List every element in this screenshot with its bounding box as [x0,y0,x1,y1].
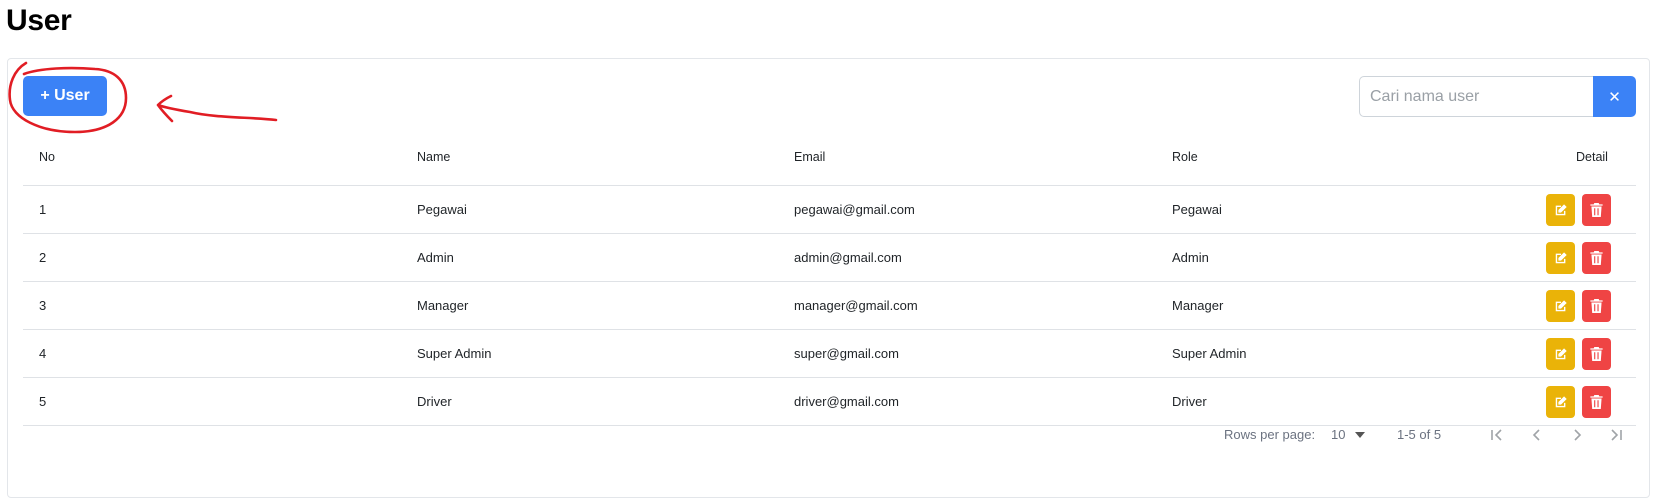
cell-no: 5 [39,394,47,409]
cell-no: 3 [39,298,47,313]
edit-icon [1555,204,1567,216]
cell-no: 4 [39,346,47,361]
cell-name: Admin [417,250,454,265]
cell-name: Super Admin [417,346,492,361]
cell-email: super@gmail.com [794,346,899,361]
table-header: No Name Email Role Detail [23,129,1636,186]
trash-icon [1590,395,1603,409]
trash-icon [1590,299,1603,313]
cell-role: Pegawai [1172,202,1222,217]
rows-per-page-select[interactable]: 10 [1331,427,1366,442]
cell-role: Admin [1172,250,1209,265]
close-icon: ✕ [1608,87,1621,106]
edit-icon [1555,252,1567,264]
delete-button[interactable] [1582,290,1611,322]
row-actions [1546,338,1611,370]
trash-icon [1590,347,1603,361]
edit-button[interactable] [1546,194,1575,226]
header-name: Name [417,150,451,164]
prev-page-icon [1532,429,1540,441]
table-row: 3 Manager manager@gmail.com Manager [23,282,1636,330]
first-page-button[interactable] [1485,423,1509,447]
edit-button[interactable] [1546,386,1575,418]
row-actions [1546,290,1611,322]
row-actions [1546,242,1611,274]
cell-email: manager@gmail.com [794,298,918,313]
cell-name: Manager [417,298,469,313]
pagination: Rows per page: 10 1-5 of 5 [8,419,1651,451]
row-actions [1546,194,1611,226]
cell-role: Driver [1172,394,1207,409]
header-detail: Detail [1576,150,1608,164]
cell-role: Super Admin [1172,346,1247,361]
next-page-icon [1574,429,1582,441]
rows-per-page-label: Rows per page: [1224,427,1316,442]
next-page-button[interactable] [1565,423,1589,447]
clear-search-button[interactable]: ✕ [1593,76,1636,117]
user-card: + User ✕ No Name Email Role Detail 1 Peg… [7,58,1650,498]
table-row: 4 Super Admin super@gmail.com Super Admi… [23,330,1636,378]
first-page-icon [1491,429,1502,441]
user-table: No Name Email Role Detail 1 Pegawai pega… [23,129,1636,426]
table-row: 2 Admin admin@gmail.com Admin [23,234,1636,282]
edit-icon [1555,348,1567,360]
caret-down-icon [1355,431,1366,438]
cell-email: admin@gmail.com [794,250,902,265]
edit-button[interactable] [1546,242,1575,274]
header-email: Email [794,150,826,164]
rows-per-page-value: 10 [1331,427,1346,442]
delete-button[interactable] [1582,386,1611,418]
last-page-icon [1611,429,1622,441]
cell-role: Manager [1172,298,1224,313]
delete-button[interactable] [1582,338,1611,370]
cell-name: Pegawai [417,202,467,217]
delete-button[interactable] [1582,194,1611,226]
edit-button[interactable] [1546,338,1575,370]
page-range: 1-5 of 5 [1397,427,1442,442]
trash-icon [1590,251,1603,265]
header-no: No [39,150,55,164]
header-role: Role [1172,150,1198,164]
trash-icon [1590,203,1603,217]
cell-no: 1 [39,202,47,217]
add-user-button[interactable]: + User [23,76,107,116]
edit-icon [1555,300,1567,312]
prev-page-button[interactable] [1525,423,1549,447]
row-actions [1546,386,1611,418]
delete-button[interactable] [1582,242,1611,274]
edit-icon [1555,396,1567,408]
cell-email: pegawai@gmail.com [794,202,915,217]
last-page-button[interactable] [1604,423,1628,447]
cell-no: 2 [39,250,47,265]
search-input[interactable] [1359,76,1593,117]
page-title: User [6,4,72,37]
table-row: 1 Pegawai pegawai@gmail.com Pegawai [23,186,1636,234]
cell-email: driver@gmail.com [794,394,899,409]
edit-button[interactable] [1546,290,1575,322]
cell-name: Driver [417,394,452,409]
